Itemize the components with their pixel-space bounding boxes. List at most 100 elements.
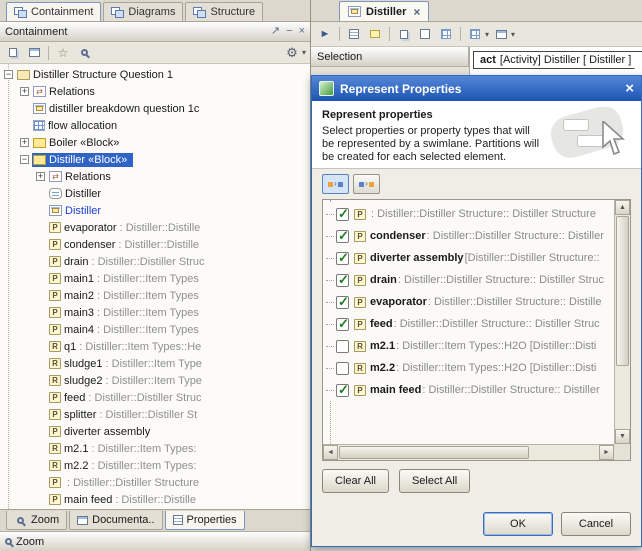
tab-zoom[interactable]: Zoom (6, 511, 67, 530)
vertical-scrollbar[interactable]: ▲ ▼ (614, 200, 630, 444)
layout-icon[interactable] (492, 25, 510, 43)
tree-expander-icon[interactable]: + (20, 138, 29, 147)
horizontal-scrollbar[interactable]: ◄ ► (323, 444, 614, 460)
toolbar-separator (48, 46, 49, 60)
property-row[interactable]: P drain : Distiller::Distiller Structure… (323, 269, 614, 291)
property-checkbox[interactable] (336, 340, 349, 353)
tree-expander-icon[interactable]: − (20, 155, 29, 164)
tree-item[interactable]: R sludge1 : Distiller::Item Type (0, 355, 310, 372)
tree-item[interactable]: P diverter assembly (0, 423, 310, 440)
tree-item[interactable]: − Distiller Structure Question 1 (0, 66, 310, 83)
tree-item[interactable]: P splitter : Distiller::Distiller St (0, 406, 310, 423)
clear-all-button[interactable]: Clear All (322, 469, 389, 493)
close-icon[interactable]: × (299, 26, 305, 37)
ok-button[interactable]: OK (483, 512, 553, 536)
tab-properties[interactable]: Properties (165, 511, 245, 530)
dropdown-caret-icon[interactable]: ▾ (511, 30, 515, 39)
tree-row-content: distiller breakdown question 1c (32, 102, 205, 116)
vertical-scroll-thumb[interactable] (616, 216, 629, 366)
scroll-up-icon[interactable]: ▲ (615, 200, 630, 215)
property-checkbox[interactable] (336, 384, 349, 397)
property-checkbox[interactable] (336, 362, 349, 375)
tree-expander-icon[interactable]: − (4, 70, 13, 79)
diagram-frame-title[interactable]: act [Activity] Distiller [ Distiller ] (473, 51, 642, 69)
tree-item[interactable]: P evaporator : Distiller::Distille (0, 219, 310, 236)
property-row[interactable]: P condenser : Distiller::Distiller Struc… (323, 225, 614, 247)
tree-item[interactable]: P main3 : Distiller::Item Types (0, 304, 310, 321)
tree-expander-icon[interactable]: + (36, 172, 45, 181)
scroll-right-icon[interactable]: ► (599, 445, 614, 460)
tab-containment[interactable]: Containment (6, 2, 101, 21)
tree-item[interactable]: P drain : Distiller::Distiller Struc (0, 253, 310, 270)
image-icon[interactable] (437, 25, 455, 43)
tree-item[interactable]: P feed : Distiller::Distiller Struc (0, 389, 310, 406)
float-icon[interactable]: ↗ (271, 26, 280, 37)
property-checkbox[interactable] (336, 208, 349, 221)
tree-item[interactable]: R sludge2 : Distiller::Item Type (0, 372, 310, 389)
property-checkbox[interactable] (336, 230, 349, 243)
property-row[interactable]: P : Distiller::Distiller Structure:: Dis… (323, 203, 614, 225)
property-row[interactable]: P diverter assembly [Distiller::Distille… (323, 247, 614, 269)
tab-diagrams[interactable]: Diagrams (103, 2, 183, 21)
show-property-types-toggle[interactable]: › (353, 174, 380, 194)
scroll-left-icon[interactable]: ◄ (323, 445, 338, 460)
horizontal-scroll-thumb[interactable] (339, 446, 529, 459)
tree-item[interactable]: flow allocation (0, 117, 310, 134)
property-checkbox[interactable] (336, 318, 349, 331)
tab-documentation[interactable]: Documenta.. (69, 511, 162, 530)
tree-item[interactable]: + Relations (0, 168, 310, 185)
scroll-down-icon[interactable]: ▼ (615, 429, 630, 444)
minimize-icon[interactable]: − (286, 26, 292, 37)
cancel-button[interactable]: Cancel (561, 512, 631, 536)
tree-item[interactable]: P main4 : Distiller::Item Types (0, 321, 310, 338)
paste-icon[interactable] (416, 25, 434, 43)
tree-item[interactable]: P main feed : Distiller::Distille (0, 491, 310, 508)
open-diagram-icon[interactable] (25, 44, 43, 62)
tree-item[interactable]: R q1 : Distiller::Item Types::He (0, 338, 310, 355)
property-detail: : Distiller::Distiller Structure:: Disti… (394, 318, 600, 330)
copy-icon[interactable] (395, 25, 413, 43)
containment-tree-icon[interactable] (345, 25, 363, 43)
dropdown-caret-icon[interactable]: ▾ (485, 30, 489, 39)
add-note-icon[interactable] (366, 25, 384, 43)
show-properties-toggle[interactable]: › (322, 174, 349, 194)
property-checkbox[interactable] (336, 296, 349, 309)
tree-item[interactable]: R m2.1 : Distiller::Item Types: (0, 440, 310, 457)
favorites-icon[interactable]: ☆ (54, 44, 72, 62)
tree-item[interactable]: P main2 : Distiller::Item Types (0, 287, 310, 304)
tree-item[interactable]: distiller breakdown question 1c (0, 100, 310, 117)
property-row[interactable]: R m2.2 : Distiller::Item Types::H2O [Dis… (323, 357, 614, 379)
dropdown-caret-icon[interactable]: ▾ (302, 48, 306, 57)
tree-item[interactable]: Distiller (0, 185, 310, 202)
property-checkbox[interactable] (336, 274, 349, 287)
tree-item[interactable]: P main1 : Distiller::Item Types (0, 270, 310, 287)
dialog-close-icon[interactable]: × (625, 80, 634, 97)
tree-item[interactable]: + Boiler «Block» (0, 134, 310, 151)
dialog-titlebar[interactable]: Represent Properties × (312, 76, 641, 101)
property-row[interactable]: P main feed : Distiller::Distiller Struc… (323, 379, 614, 401)
tree-item[interactable]: R m2.2 : Distiller::Item Types: (0, 457, 310, 474)
select-all-button[interactable]: Select All (399, 469, 470, 493)
property-checkbox[interactable] (336, 252, 349, 265)
forward-arrow-icon[interactable]: ► (316, 25, 334, 43)
search-icon[interactable] (75, 44, 93, 62)
tree-item[interactable]: Distiller (0, 202, 310, 219)
property-row[interactable]: P feed : Distiller::Distiller Structure:… (323, 313, 614, 335)
new-element-icon[interactable] (4, 44, 22, 62)
property-row[interactable]: R m2.1 : Distiller::Item Types::H2O [Dis… (323, 335, 614, 357)
documentation-tab-icon (77, 516, 88, 525)
tree-item[interactable]: P condenser : Distiller::Distille (0, 236, 310, 253)
tree-row-content: Distiller (48, 204, 107, 218)
property-row[interactable]: P evaporator : Distiller::Distiller Stru… (323, 291, 614, 313)
tree-item[interactable]: + Relations (0, 83, 310, 100)
close-tab-icon[interactable]: × (413, 5, 420, 19)
tree-item[interactable]: P : Distiller::Distiller Structure (0, 474, 310, 491)
tree-item[interactable]: − Distiller «Block» (0, 151, 310, 168)
settings-gear-icon[interactable]: ⚙ (283, 44, 301, 62)
tab-distiller[interactable]: Distiller × (339, 1, 429, 21)
tab-structure[interactable]: Structure (185, 2, 263, 21)
property-type-icon: P (354, 319, 366, 330)
tree-row-content: P : Distiller::Distiller Structure (48, 476, 202, 490)
tree-expander-icon[interactable]: + (20, 87, 29, 96)
swimlane-icon[interactable] (466, 25, 484, 43)
